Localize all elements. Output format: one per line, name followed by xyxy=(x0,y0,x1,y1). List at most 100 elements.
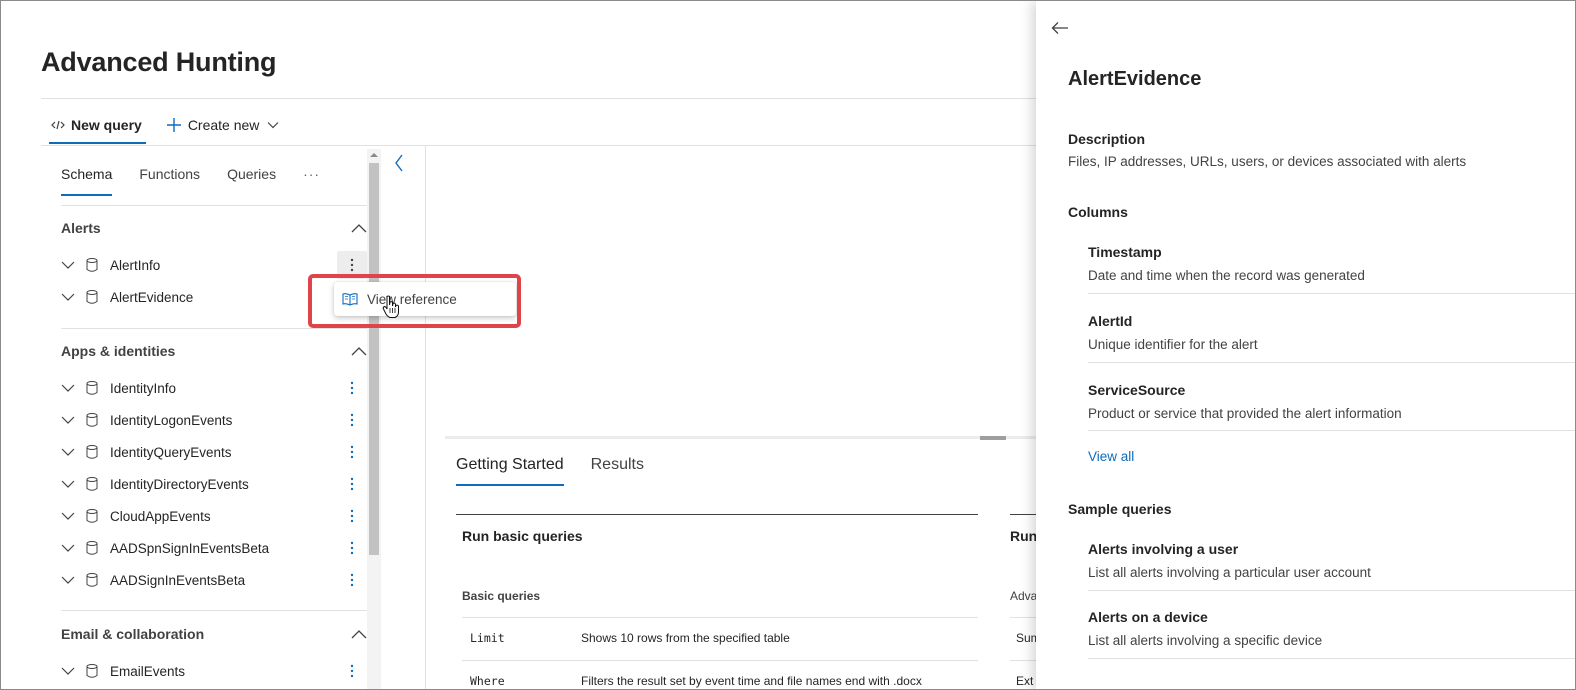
chevron-down-icon[interactable] xyxy=(58,667,78,675)
query-name[interactable]: Where xyxy=(470,674,505,688)
code-icon xyxy=(51,120,65,130)
column-name: ServiceSource xyxy=(1088,382,1186,398)
chevron-down-icon xyxy=(267,122,279,129)
reference-panel: AlertEvidence Description Files, IP addr… xyxy=(1036,1,1575,689)
sample-query-description: List all alerts involving a specific dev… xyxy=(1088,633,1323,648)
more-options-button[interactable] xyxy=(337,502,367,530)
table-row[interactable]: CloudAppEvents xyxy=(61,502,367,530)
chevron-up-icon[interactable] xyxy=(351,629,367,639)
page-title: Advanced Hunting xyxy=(41,47,277,77)
table-name: AlertInfo xyxy=(110,257,161,273)
chevron-up-icon[interactable] xyxy=(351,346,367,356)
scrollbar-thumb[interactable] xyxy=(369,163,379,555)
section-header-apps-identities[interactable]: Apps & identities xyxy=(61,338,367,364)
create-new-label: Create new xyxy=(187,117,260,133)
chevron-down-icon[interactable] xyxy=(58,293,78,301)
divider xyxy=(41,98,1041,99)
tab-results[interactable]: Results xyxy=(591,451,644,479)
tab-functions[interactable]: Functions xyxy=(139,158,200,190)
divider xyxy=(1010,660,1036,661)
database-icon xyxy=(84,541,100,555)
scroll-up-icon[interactable] xyxy=(370,151,378,159)
more-options-button[interactable] xyxy=(337,534,367,562)
divider xyxy=(61,610,367,611)
table-row[interactable]: IdentityInfo xyxy=(61,374,367,402)
divider xyxy=(1088,293,1575,294)
table-name: AADSpnSignInEventsBeta xyxy=(110,540,270,556)
divider xyxy=(462,660,978,661)
chevron-down-icon[interactable] xyxy=(58,512,78,520)
highlight-box xyxy=(308,274,521,328)
divider xyxy=(1010,514,1036,515)
divider xyxy=(61,328,367,329)
table-name: IdentityDirectoryEvents xyxy=(110,476,249,492)
sample-query-name[interactable]: Alerts involving a user xyxy=(1088,541,1238,557)
more-options-button[interactable] xyxy=(337,374,367,402)
table-row[interactable]: AADSignInEventsBeta xyxy=(61,566,367,594)
table-name: IdentityQueryEvents xyxy=(110,444,232,460)
chevron-down-icon[interactable] xyxy=(58,448,78,456)
divider xyxy=(1088,362,1575,363)
command-bar: New query Create new xyxy=(41,107,280,144)
section-header-email-collaboration[interactable]: Email & collaboration xyxy=(61,621,367,647)
chevron-up-icon[interactable] xyxy=(351,223,367,233)
chevron-down-icon[interactable] xyxy=(58,416,78,424)
query-description: Filters the result set by event time and… xyxy=(581,674,922,688)
columns-label: Columns xyxy=(1068,204,1128,220)
section-title: Email & collaboration xyxy=(61,626,205,642)
new-query-button[interactable]: New query xyxy=(41,109,152,144)
chevron-down-icon[interactable] xyxy=(58,261,78,269)
column-name: Timestamp xyxy=(1088,244,1162,260)
schema-tabs: Schema Functions Queries ··· xyxy=(61,154,320,196)
column-description: Date and time when the record was genera… xyxy=(1088,268,1365,283)
database-icon xyxy=(84,445,100,459)
query-name[interactable]: Ext xyxy=(1016,674,1033,688)
query-description: Shows 10 rows from the specified table xyxy=(581,631,790,645)
chevron-down-icon[interactable] xyxy=(58,480,78,488)
collapse-panel-button[interactable] xyxy=(390,152,408,174)
table-row[interactable]: IdentityLogonEvents xyxy=(61,406,367,434)
database-icon xyxy=(84,290,100,304)
table-name: CloudAppEvents xyxy=(110,508,211,524)
arrow-left-icon xyxy=(1051,22,1068,34)
section-heading: Run xyxy=(1010,528,1038,544)
table-name: EmailEvents xyxy=(110,663,186,679)
section-header-alerts[interactable]: Alerts xyxy=(61,215,367,241)
create-new-button[interactable]: Create new xyxy=(166,109,280,141)
section-title: Apps & identities xyxy=(61,343,176,359)
section-subheading: Adva xyxy=(1010,589,1038,603)
section-subheading: Basic queries xyxy=(462,589,541,603)
divider xyxy=(1010,617,1036,618)
tab-queries[interactable]: Queries xyxy=(227,158,276,190)
more-options-button[interactable] xyxy=(337,657,367,685)
description-label: Description xyxy=(1068,131,1146,147)
more-options-button[interactable] xyxy=(337,438,367,466)
database-icon xyxy=(84,477,100,491)
tab-getting-started[interactable]: Getting Started xyxy=(456,451,564,486)
add-icon xyxy=(166,118,181,132)
table-row[interactable]: IdentityDirectoryEvents xyxy=(61,470,367,498)
view-all-link[interactable]: View all xyxy=(1088,449,1134,464)
back-button[interactable] xyxy=(1049,18,1071,38)
chevron-down-icon[interactable] xyxy=(58,544,78,552)
table-row[interactable]: EmailEvents xyxy=(61,657,367,685)
more-options-button[interactable] xyxy=(337,566,367,594)
database-icon xyxy=(84,509,100,523)
query-name[interactable]: Limit xyxy=(470,631,505,645)
divider xyxy=(1088,430,1575,431)
column-description: Product or service that provided the ale… xyxy=(1088,406,1402,421)
more-tabs-button[interactable]: ··· xyxy=(303,166,320,182)
schema-panel: Schema Functions Queries ··· Alerts Aler… xyxy=(41,146,383,689)
sample-query-name[interactable]: Alerts on a device xyxy=(1088,609,1208,625)
more-options-button[interactable] xyxy=(337,470,367,498)
resize-handle[interactable] xyxy=(980,436,1006,440)
more-options-button[interactable] xyxy=(337,406,367,434)
table-row[interactable]: IdentityQueryEvents xyxy=(61,438,367,466)
sample-query-description: List all alerts involving a particular u… xyxy=(1088,565,1371,580)
hand-cursor-icon xyxy=(382,295,399,318)
chevron-down-icon[interactable] xyxy=(58,384,78,392)
description-text: Files, IP addresses, URLs, users, or dev… xyxy=(1068,154,1467,169)
chevron-down-icon[interactable] xyxy=(58,576,78,584)
table-row[interactable]: AADSpnSignInEventsBeta xyxy=(61,534,367,562)
tab-schema[interactable]: Schema xyxy=(61,158,113,196)
